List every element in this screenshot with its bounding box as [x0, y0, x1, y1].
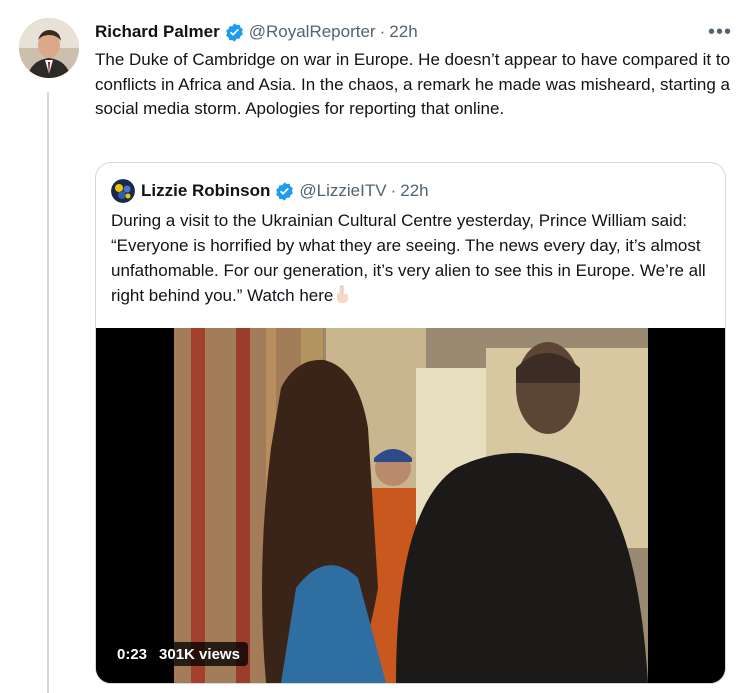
quoted-author-avatar [111, 179, 135, 203]
video-player[interactable]: 0:23 301K views [96, 328, 725, 683]
verified-badge-icon [274, 181, 295, 202]
quoted-author-handle: @LizzieITV [299, 181, 387, 200]
more-icon[interactable]: ••• [708, 20, 732, 44]
video-views: 301K views [159, 645, 240, 663]
pointing-down-emoji [333, 284, 353, 304]
author-name[interactable]: Richard Palmer [95, 22, 220, 42]
quoted-author-name: Lizzie Robinson [141, 181, 271, 200]
tweet-time[interactable]: 22h [389, 22, 417, 42]
author-avatar[interactable] [19, 18, 79, 78]
quoted-tweet-body: During a visit to the Ukrainian Cultural… [111, 211, 706, 305]
meta-separator: · [379, 22, 386, 41]
thread-line [47, 92, 49, 693]
quoted-tweet-text: During a visit to the Ukrainian Cultural… [111, 208, 711, 308]
video-info-badge: 0:23 301K views [109, 642, 248, 666]
verified-badge-icon [224, 22, 245, 43]
quoted-tweet[interactable]: Lizzie Robinson @LizzieITV · 22h During … [95, 162, 726, 684]
quoted-tweet-header: Lizzie Robinson @LizzieITV · 22h [111, 179, 710, 203]
video-duration: 0:23 [117, 645, 148, 663]
quoted-tweet-time: 22h [400, 181, 429, 200]
meta-separator: · [390, 181, 397, 200]
author-handle[interactable]: @RoyalReporter [249, 22, 376, 42]
tweet-header: Richard Palmer @RoyalReporter · 22h ••• [95, 20, 732, 44]
tweet-text: The Duke of Cambridge on war in Europe. … [95, 50, 731, 118]
